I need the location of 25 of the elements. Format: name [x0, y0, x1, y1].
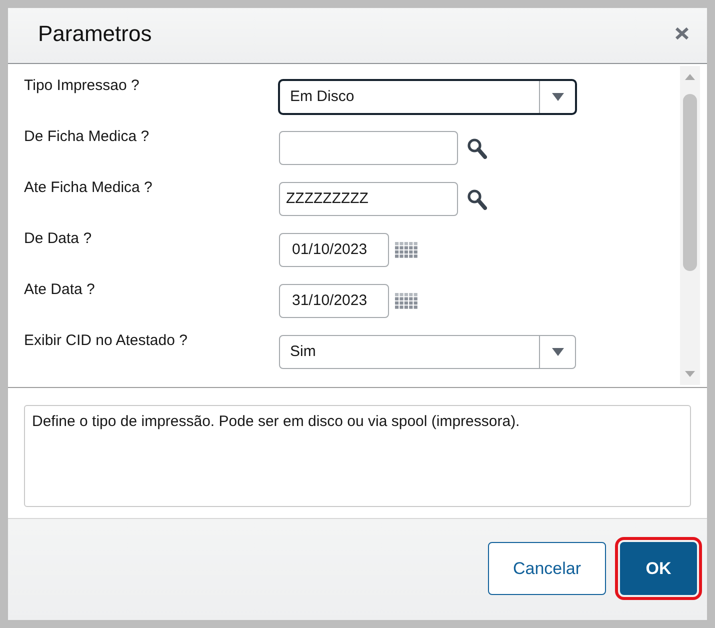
scroll-up-icon[interactable] — [685, 74, 695, 80]
scroll-down-icon[interactable] — [685, 371, 695, 377]
caret-icon — [552, 93, 564, 101]
field-label: Ate Data ? — [24, 281, 96, 299]
caret-icon — [552, 348, 564, 356]
description-field: Define o tipo de impressão. Pode ser em disco ou via spool (impressora). — [24, 405, 691, 507]
field-label: De Ficha Medica ? — [24, 128, 150, 146]
field-label: Tipo Impressao ? — [24, 77, 140, 95]
field-label: De Data ? — [24, 230, 93, 248]
input-field[interactable]: ZZZZZZZZZ — [279, 182, 458, 216]
field-label: Ate Ficha Medica ? — [24, 179, 154, 197]
scrollbar-thumb[interactable] — [683, 94, 697, 271]
search-icon[interactable] — [467, 188, 487, 210]
close-icon[interactable] — [675, 27, 689, 40]
input-field[interactable] — [279, 131, 458, 165]
date-field[interactable]: 31/10/2023 — [279, 284, 389, 318]
calendar-icon[interactable] — [395, 242, 418, 258]
field-label: Exibir CID no Atestado ? — [24, 332, 188, 350]
search-icon[interactable] — [467, 138, 487, 158]
cancel-button[interactable]: Cancelar — [488, 542, 606, 595]
date-field[interactable]: 01/10/2023 — [279, 233, 389, 267]
calendar-icon[interactable] — [395, 293, 418, 309]
dropdown-field[interactable]: Sim — [279, 335, 576, 369]
dialog-title: Parametros — [38, 20, 152, 46]
dropdown-field[interactable]: Em Disco — [279, 80, 576, 114]
